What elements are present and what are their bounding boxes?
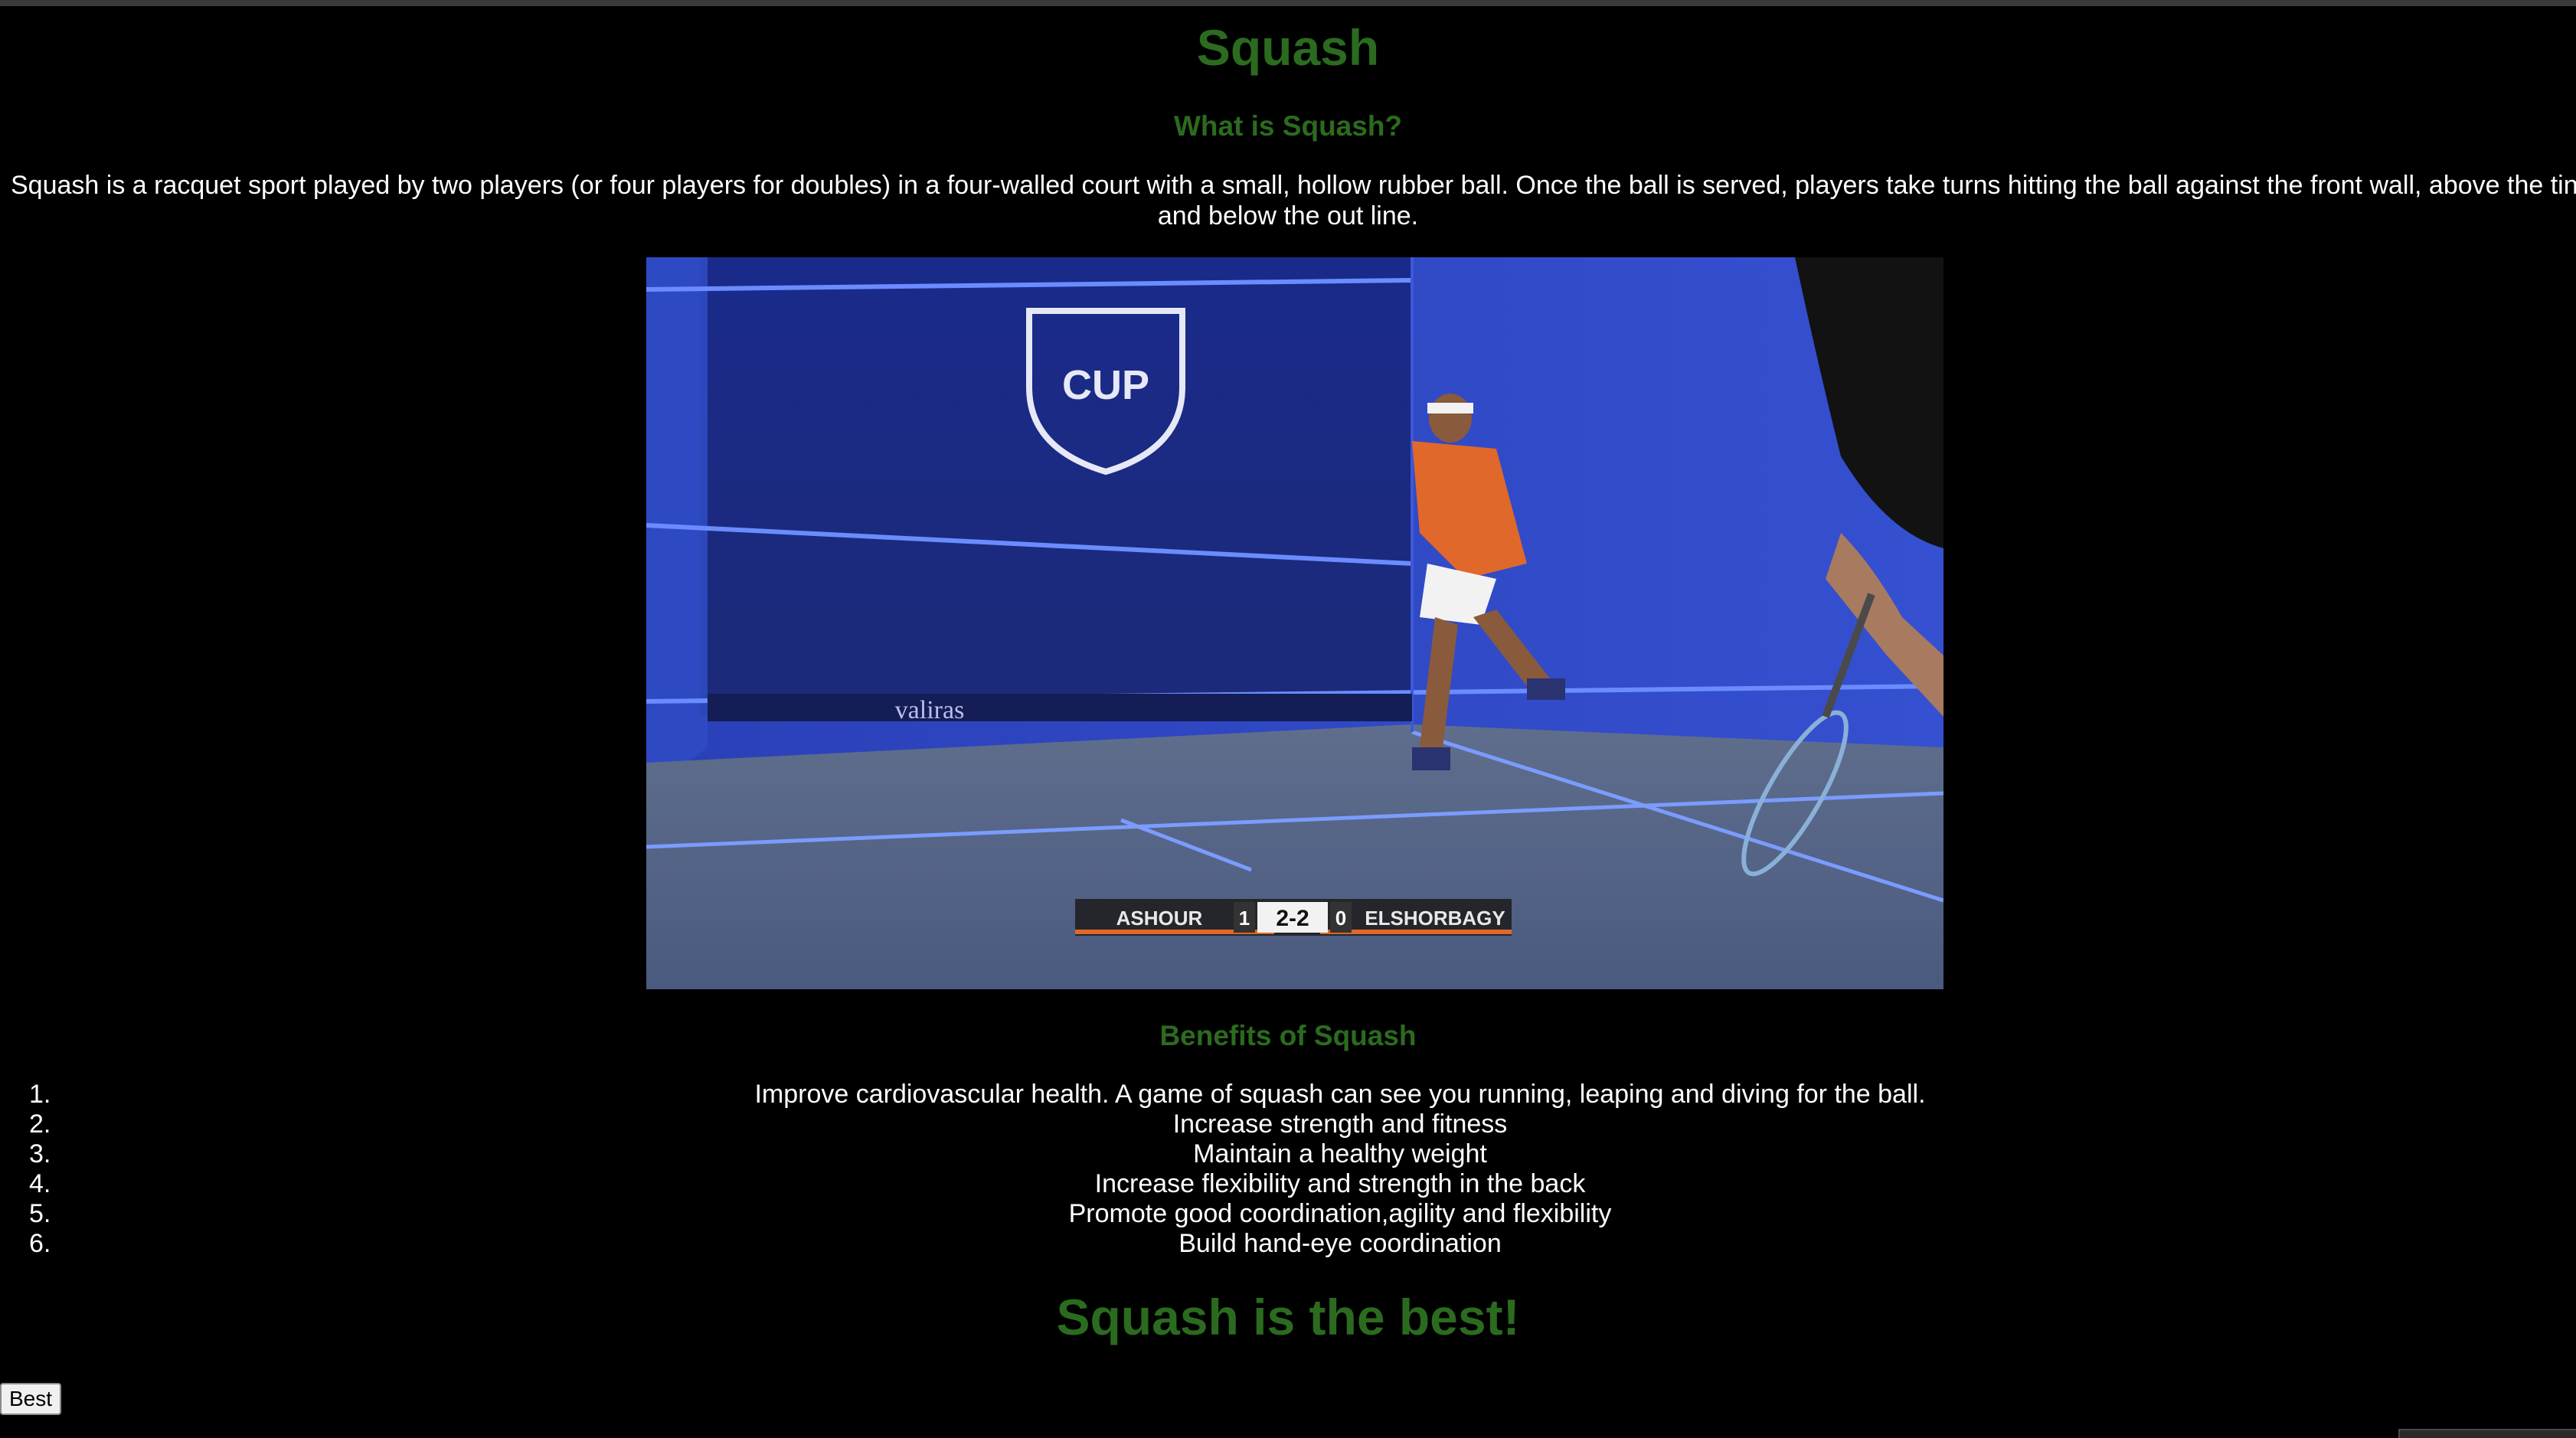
what-is-squash-heading: What is Squash? xyxy=(1173,110,1403,142)
scoreboard-games-left: 1 xyxy=(1239,907,1250,930)
scoreboard-player-right: ELSHORBAGY xyxy=(1365,907,1505,930)
list-item: 5. Promote good coordination,agility and … xyxy=(29,1199,1612,1228)
squash-match-image: CUP valiras ASHOUR 1 2-2 0 ELSHORBAGY xyxy=(646,257,1943,989)
best-button[interactable]: Best xyxy=(0,1383,61,1415)
scoreboard-score: 2-2 xyxy=(1276,906,1309,931)
scoreboard: ASHOUR 1 2-2 0 ELSHORBAGY xyxy=(1075,899,1512,936)
list-item: 4. Increase flexibility and strength in t… xyxy=(29,1169,1586,1198)
benefits-heading: Benefits of Squash xyxy=(1159,1020,1417,1051)
intro-paragraph: Squash is a racquet sport played by two … xyxy=(0,170,2576,234)
list-item: 3. Maintain a healthy weight xyxy=(29,1139,1487,1168)
closing-heading: Squash is the best! xyxy=(1056,1289,1520,1345)
wall-crest-text: CUP xyxy=(1062,362,1149,408)
scoreboard-games-right: 0 xyxy=(1335,907,1346,930)
top-border xyxy=(0,0,2576,6)
window-corner-tab xyxy=(2398,1429,2576,1438)
page-title: Squash xyxy=(1196,19,1380,76)
sponsor-board-text: valiras xyxy=(895,696,965,724)
list-item: 2. Increase strength and fitness xyxy=(29,1110,1508,1139)
intro-line-1: Squash is a racquet sport played by two … xyxy=(11,171,2576,200)
scoreboard-player-left: ASHOUR xyxy=(1116,907,1203,930)
list-item: 6. Build hand-eye coordination xyxy=(29,1229,1502,1258)
list-item: 1. Improve cardiovascular health. A game … xyxy=(29,1080,1926,1109)
benefits-list: 1. Improve cardiovascular health. A game … xyxy=(0,1080,2576,1259)
intro-line-2: and below the out line. xyxy=(1157,201,1419,230)
